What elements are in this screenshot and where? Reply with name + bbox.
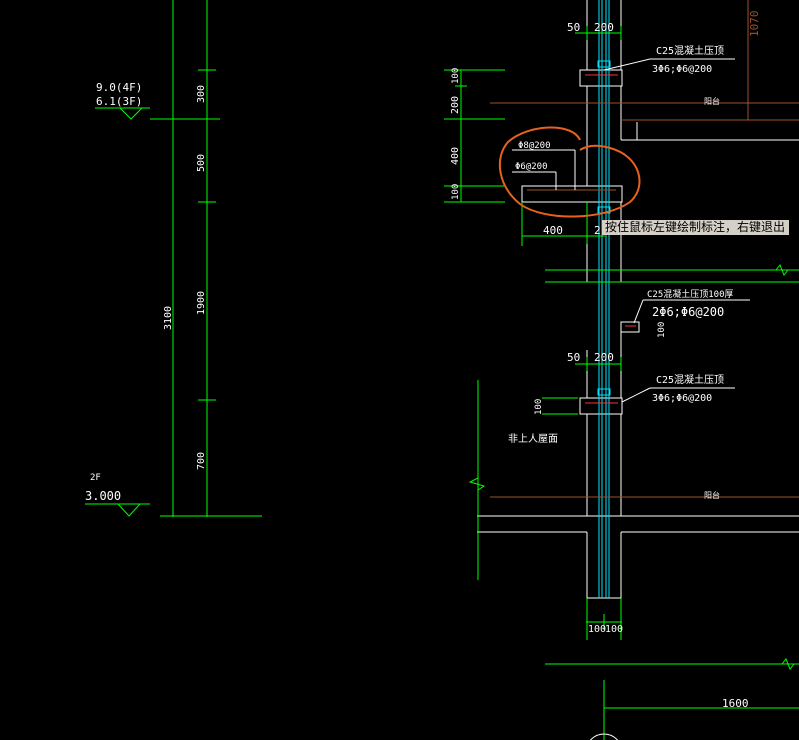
dim-left-400: 400 (450, 147, 461, 165)
beam-mid-title: C25混凝土压顶 (656, 373, 724, 386)
status-tooltip: 按住鼠标左键绘制标注，右键退出 (602, 220, 789, 235)
dim-mid-50: 50 (567, 351, 580, 364)
beam-dims (468, 26, 799, 740)
dim-mid-200: 200 (594, 351, 614, 364)
dim-left-100a: 100 (451, 68, 461, 84)
dim-bottom-1600: 1600 (722, 697, 749, 710)
dim-1900: 1900 (196, 291, 207, 315)
floor-tag: 2F (90, 473, 101, 483)
rebar-label-8: Φ8@200 (518, 141, 551, 151)
level-label-3f: 6.1(3F) (96, 95, 142, 108)
beam-top-title: C25混凝土压顶 (656, 44, 724, 57)
level-label-4f: 9.0(4F) (96, 81, 142, 94)
lower-balcony-label: 阳台 (704, 490, 720, 500)
upper-small-dims (444, 69, 505, 203)
wall-rebar (597, 0, 611, 598)
dim-bottom-100b: 100 (605, 624, 623, 635)
dim-1070: 1070 (748, 11, 761, 38)
upper-balcony-label: 阳台 (704, 96, 720, 106)
left-dimension-chain (150, 0, 262, 517)
rebar-label-6: Φ6@200 (515, 162, 548, 172)
dim-bottom-100a: 100 (588, 624, 606, 635)
dim-500: 500 (196, 154, 207, 172)
wall-outlines (477, 0, 799, 599)
roof-label: 非上人屋面 (508, 433, 558, 445)
dim-right-100: 100 (657, 322, 667, 338)
dim-left-100b: 100 (451, 184, 461, 200)
dim-top-50: 50 (567, 21, 580, 34)
beam-top-rebar: 3Φ6;Φ6@200 (652, 64, 712, 75)
drawing-sheet: 9.0(4F) 6.1(3F) 2F 3.000 300 500 1900 70… (85, 0, 799, 740)
dim-ledge-2: 2 (594, 224, 601, 237)
parapet-title: C25混凝土压顶100厚 (647, 288, 734, 300)
parapet-rebar: 2Φ6;Φ6@200 (652, 305, 724, 319)
dim-3100: 3100 (163, 306, 174, 330)
level-label-bottom: 3.000 (85, 489, 121, 503)
level-markers (85, 107, 150, 517)
dim-ledge-400: 400 (543, 224, 563, 237)
dim-700: 700 (196, 452, 207, 470)
cad-canvas[interactable]: 9.0(4F) 6.1(3F) 2F 3.000 300 500 1900 70… (0, 0, 799, 740)
dim-300: 300 (196, 85, 207, 103)
beam-mid-rebar: 3Φ6;Φ6@200 (652, 393, 712, 404)
dim-top-200: 200 (594, 21, 614, 34)
dim-left-200: 200 (450, 96, 461, 114)
balcony-lines (490, 0, 799, 498)
dim-mid-100: 100 (534, 399, 544, 415)
